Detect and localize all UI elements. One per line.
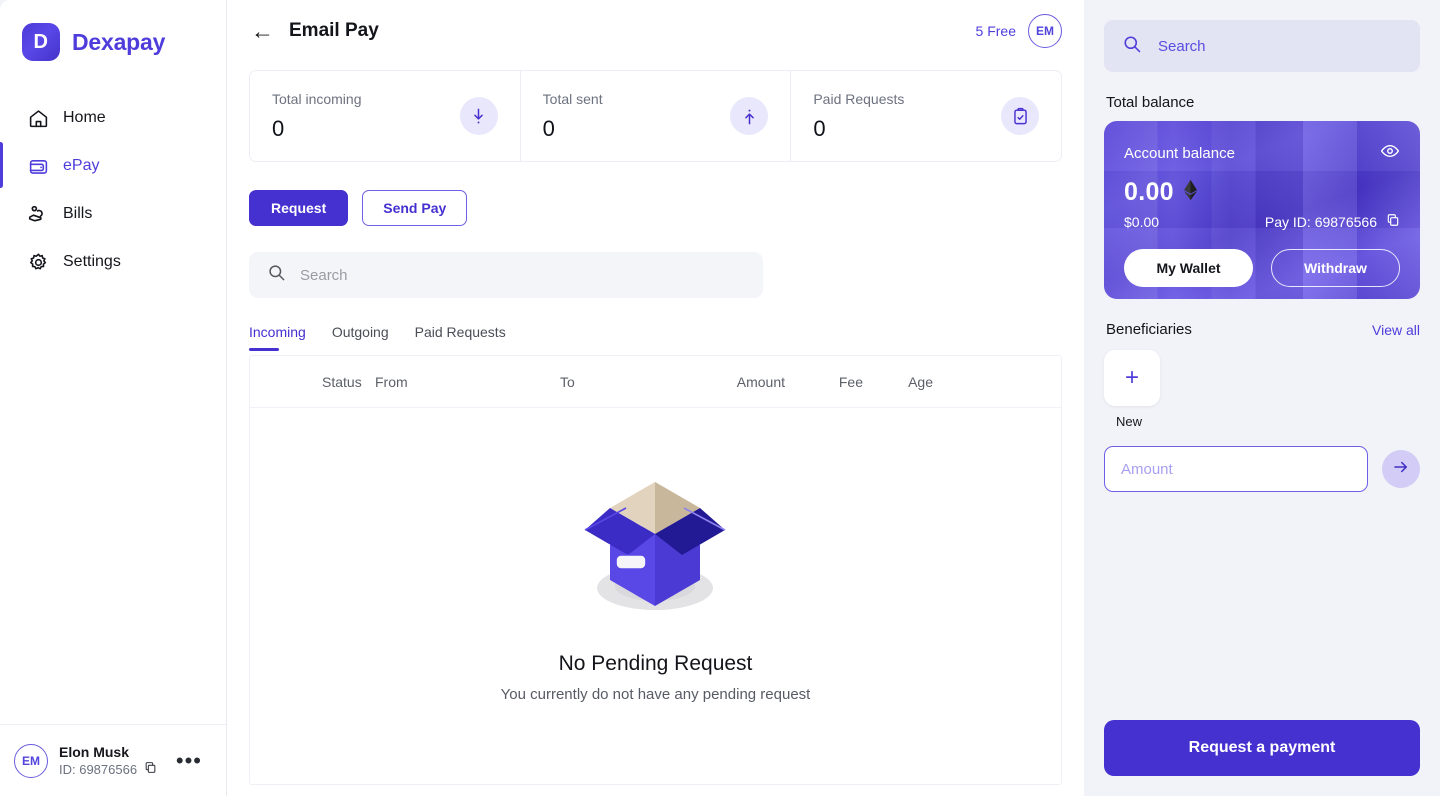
column-header-from: From <box>375 373 408 390</box>
pay-id: Pay ID: 69876566 <box>1265 213 1400 230</box>
stat-label: Paid Requests <box>813 90 905 107</box>
eye-icon[interactable] <box>1380 141 1400 166</box>
page-title: Email Pay <box>289 20 379 41</box>
brand-name: Dexapay <box>72 28 166 55</box>
user-name: Elon Musk <box>59 744 130 760</box>
column-header-status: Status <box>322 373 362 390</box>
sidebar-user-bar[interactable]: EM Elon Musk ID: 69876566 ••• <box>0 724 226 796</box>
request-button[interactable]: Request <box>249 190 349 226</box>
user-id: ID: 69876566 <box>59 761 157 777</box>
header-avatar[interactable]: EM <box>1028 14 1062 48</box>
main-search-bar[interactable] <box>249 252 763 298</box>
stat-card-paid-requests: Paid Requests 0 <box>791 71 1061 161</box>
main-content: ← Email Pay 5 Free EM Total incoming 0 T… <box>227 0 1084 796</box>
column-header-age: Age <box>908 373 933 390</box>
bills-icon <box>27 203 49 225</box>
tab-outgoing[interactable]: Outgoing <box>332 324 389 351</box>
copy-icon[interactable] <box>144 761 157 777</box>
empty-state-title: No Pending Request <box>558 652 753 675</box>
beneficiaries-title: Beneficiaries <box>1106 321 1192 338</box>
table-header-row: Status From To Amount Fee Age <box>250 356 1061 408</box>
account-balance-label: Account balance <box>1124 145 1235 162</box>
user-meta: Elon Musk ID: 69876566 <box>59 744 157 777</box>
arrow-up-icon <box>730 97 769 135</box>
ethereum-icon <box>1183 179 1198 206</box>
amount-input[interactable] <box>1104 446 1368 492</box>
view-all-link[interactable]: View all <box>1372 322 1420 338</box>
beneficiaries-header: Beneficiaries View all <box>1106 321 1420 338</box>
account-balance-card: Account balance 0.00 $0.00 Pay ID: 69876… <box>1104 121 1420 299</box>
total-balance-label: Total balance <box>1106 94 1195 111</box>
stat-label: Total sent <box>542 90 603 107</box>
sidebar-item-label: Bills <box>63 205 93 222</box>
copy-icon[interactable] <box>1386 213 1400 230</box>
sidebar-item-home[interactable]: Home <box>0 98 226 138</box>
tabs: Incoming Outgoing Paid Requests <box>227 298 1084 351</box>
add-beneficiary-label: New <box>1116 414 1143 429</box>
free-count-label: 5 Free <box>975 23 1016 39</box>
open-box-illustration <box>568 460 743 630</box>
wallet-icon <box>27 155 49 177</box>
right-panel: Total balance Account balance 0.00 <box>1084 0 1440 796</box>
stat-label: Total incoming <box>272 90 362 107</box>
search-icon <box>1122 34 1142 59</box>
page-header: ← Email Pay 5 Free EM <box>227 0 1084 62</box>
sidebar-item-label: ePay <box>63 157 100 174</box>
clipboard-check-icon <box>1001 97 1040 135</box>
empty-state-subtitle: You currently do not have any pending re… <box>500 686 811 703</box>
column-header-amount: Amount <box>736 373 785 390</box>
requests-table: Status From To Amount Fee Age No Pending… <box>249 355 1062 785</box>
balance-amount: 0.00 <box>1124 178 1174 206</box>
user-id-text: ID: 69876566 <box>59 761 138 777</box>
avatar: EM <box>14 743 48 778</box>
sidebar-item-label: Settings <box>63 253 121 270</box>
sidebar-item-label: Home <box>63 109 106 126</box>
sidebar-item-bills[interactable]: Bills <box>0 194 226 234</box>
tab-incoming[interactable]: Incoming <box>249 324 306 351</box>
empty-state: No Pending Request You currently do not … <box>250 408 1061 703</box>
stat-value: 0 <box>272 115 285 141</box>
pay-id-text: Pay ID: 69876566 <box>1264 213 1377 230</box>
stats-cards: Total incoming 0 Total sent 0 Paid Reque… <box>249 70 1062 162</box>
search-icon <box>267 263 286 287</box>
arrow-down-icon <box>459 97 498 135</box>
request-a-payment-button[interactable]: Request a payment <box>1104 720 1420 776</box>
panel-search-bar[interactable] <box>1104 20 1420 72</box>
sidebar-item-epay[interactable]: ePay <box>0 142 226 188</box>
sidebar: D Dexapay Home ePay Bills Settings EM El… <box>0 0 227 796</box>
column-header-to: To <box>560 373 575 390</box>
submit-amount-button[interactable] <box>1382 450 1420 488</box>
stat-value: 0 <box>813 115 826 141</box>
beneficiaries-list: + New <box>1104 350 1420 429</box>
brand[interactable]: D Dexapay <box>0 0 226 64</box>
panel-search-input[interactable] <box>1158 37 1402 55</box>
gear-icon <box>27 251 49 273</box>
add-beneficiary-button[interactable]: + <box>1104 350 1160 406</box>
stat-card-total-incoming: Total incoming 0 <box>250 71 521 161</box>
amount-entry-row <box>1104 446 1420 492</box>
stat-card-total-sent: Total sent 0 <box>521 71 792 161</box>
tab-paid-requests[interactable]: Paid Requests <box>415 324 506 351</box>
header-right: 5 Free EM <box>976 14 1062 48</box>
user-more-options-button[interactable]: ••• <box>176 749 212 771</box>
plus-icon: + <box>1124 364 1139 391</box>
balance-usd: $0.00 <box>1124 213 1160 230</box>
send-pay-button[interactable]: Send Pay <box>362 190 468 226</box>
brand-logo-icon: D <box>22 23 60 61</box>
back-arrow-icon[interactable]: ← <box>251 19 274 43</box>
home-icon <box>27 107 49 129</box>
my-wallet-button[interactable]: My Wallet <box>1124 249 1253 287</box>
arrow-right-icon <box>1392 458 1410 481</box>
app-root: D Dexapay Home ePay Bills Settings EM El… <box>0 0 1440 796</box>
sidebar-nav: Home ePay Bills Settings <box>0 98 226 290</box>
column-header-fee: Fee <box>838 373 863 390</box>
action-buttons: Request Send Pay <box>227 162 1084 226</box>
search-input[interactable] <box>300 266 745 284</box>
stat-value: 0 <box>542 115 555 141</box>
withdraw-button[interactable]: Withdraw <box>1270 249 1400 287</box>
sidebar-item-settings[interactable]: Settings <box>0 242 226 282</box>
